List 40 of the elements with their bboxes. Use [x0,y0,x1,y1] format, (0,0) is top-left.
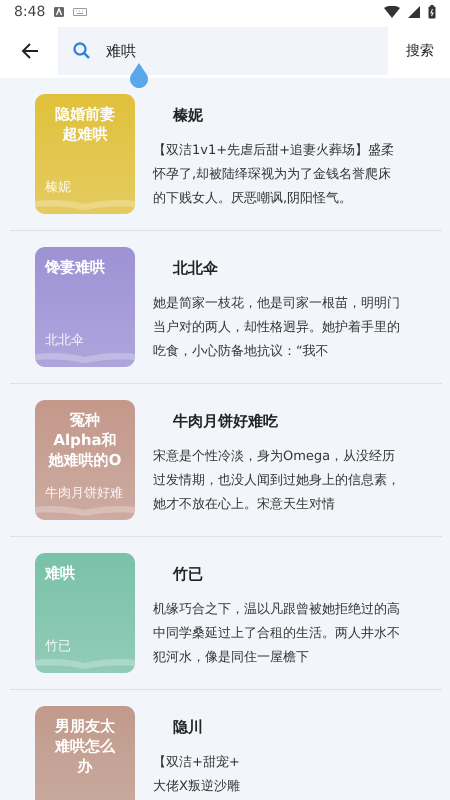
description: 她是简家一枝花，他是司家一根苗，明明门当户对的两人，却性格迥异。她护着手里的吃食，小心防备地抗议：“我不 [153,295,401,361]
cover-author: 北北伞 [45,333,84,349]
author-name: 隐川 [173,718,204,737]
notification-icon [53,6,66,18]
battery-icon [428,5,436,19]
description: 【双洁+甜宠+ 大佬X叛逆沙雕 [153,754,241,796]
cover-title: 她难哄的O [48,450,122,470]
cover-author: 榛妮 [45,180,71,196]
back-arrow-icon[interactable] [20,41,40,61]
cover-title: 隐婚前妻 [55,104,115,124]
cover-author: 竹已 [45,639,71,655]
status-time: 8:48 [14,4,46,20]
text-cursor-handle[interactable] [128,63,150,89]
signal-icon [408,6,420,18]
result-item[interactable]: 难哄 竹已 竹已 机缘巧合之下，温以凡跟曾被她拒绝过的高中同学桑延过上了合租的生活。两人井水不犯河水，像是同住一屋檐下 [10,537,442,690]
search-button[interactable]: 搜索 [402,38,438,64]
result-item[interactable]: 冤种 Alpha和 她难哄的O 牛肉月饼好难 牛肉月饼好难吃 宋意是个性冷淡，身为Omega，从没经历过发情期，也没人闻到过她身上的信息素，她才不放在心上。宋意天生对情 [10,384,442,537]
cover-title: 难哄怎么 [55,736,115,756]
wifi-icon [384,6,400,18]
cover-title: 馋妻难哄 [45,257,105,277]
description: 机缘巧合之下，温以凡跟曾被她拒绝过的高中同学桑延过上了合租的生活。两人井水不犯河水，像是同住一屋檐下 [153,601,401,667]
result-item[interactable]: 馋妻难哄 北北伞 北北伞 她是简家一枝花，他是司家一根苗，明明门当户对的两人，却性格迥异。她护着手里的吃食，小心防备地抗议：“我不 [10,231,442,384]
description: 宋意是个性冷淡，身为Omega，从没经历过发情期，也没人闻到过她身上的信息素，她才不放在心上。宋意天生对情 [153,448,401,514]
author-name: 牛肉月饼好难吃 [173,412,279,431]
cover-title: 男朋友太 [55,716,115,736]
author-name: 榛妮 [173,106,204,125]
cover-title: 超难哄 [62,124,108,144]
cover-title: 冤种 [70,410,100,430]
author-name: 竹已 [173,565,204,584]
search-icon [72,41,92,61]
result-item[interactable]: 男朋友太 难哄怎么 办 隐川 【双洁+甜宠+ 大佬X叛逆沙雕 [10,690,442,800]
cover-title: 难哄 [45,563,75,583]
author-name: 北北伞 [173,259,219,278]
result-item[interactable]: 隐婚前妻 超难哄 榛妮 榛妮 【双洁1v1+先虐后甜+追妻火葬场】盛柔怀孕了,却被陆绎琛视为为了金钱名誉爬床的下贱女人。厌恶嘲讽,阴阳怪气。 [10,78,442,231]
search-field[interactable]: 难哄 [58,27,388,75]
cover-title: 办 [78,756,92,776]
cover-author: 牛肉月饼好难 [45,486,123,502]
description: 【双洁1v1+先虐后甜+追妻火葬场】盛柔怀孕了,却被陆绎琛视为为了金钱名誉爬床的下贱女人。厌恶嘲讽,阴阳怪气。 [153,142,396,208]
keyboard-icon [73,8,88,16]
cover-title: Alpha和 [53,430,117,450]
